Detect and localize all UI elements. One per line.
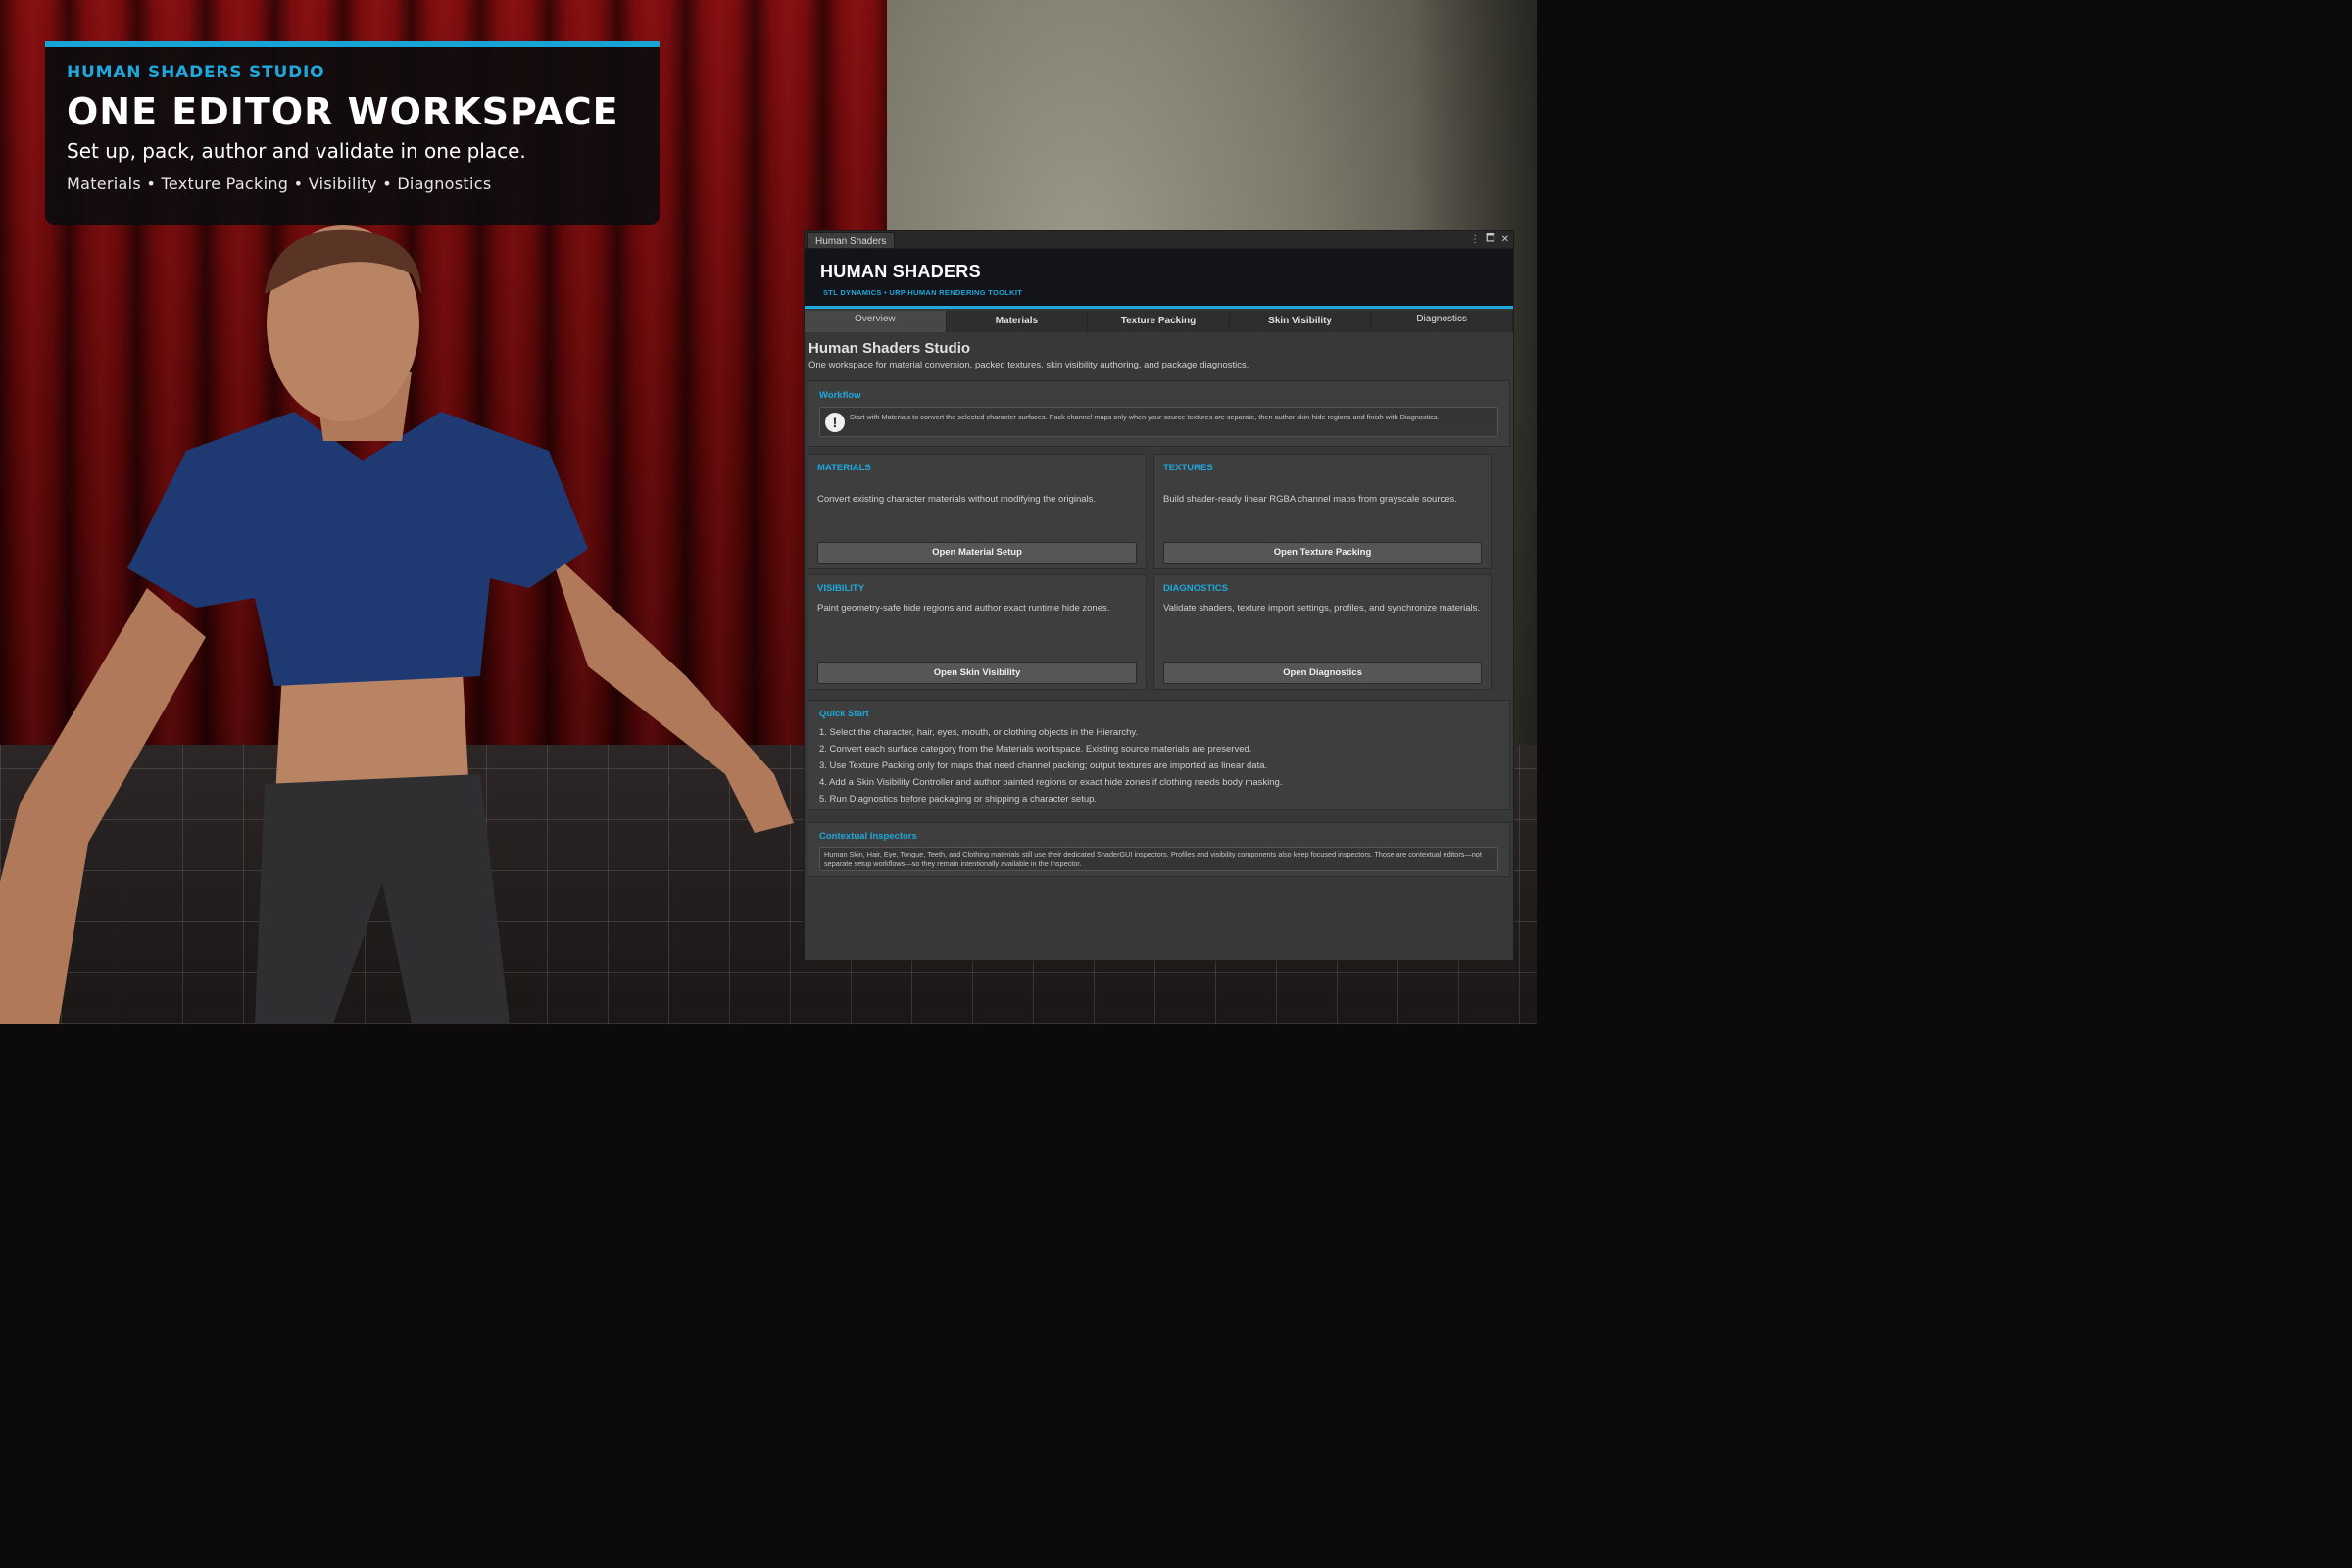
card-text: Build shader-ready linear RGBA channel m… xyxy=(1163,494,1457,505)
workflow-text: Start with Materials to convert the sele… xyxy=(850,413,1440,421)
maximize-icon[interactable]: 🗖 xyxy=(1486,231,1495,248)
hero-title: ONE EDITOR WORKSPACE xyxy=(67,90,619,133)
tab-materials[interactable]: Materials xyxy=(946,311,1089,332)
quick-start-section: Quick Start 1. Select the character, hai… xyxy=(808,700,1510,810)
card-heading: VISIBILITY xyxy=(817,583,865,594)
contextual-inspectors-section: Contextual Inspectors Human Skin, Hair, … xyxy=(808,822,1510,877)
card-heading: MATERIALS xyxy=(817,463,871,473)
card-text: Paint geometry-safe hide regions and aut… xyxy=(817,603,1110,613)
card-visibility: VISIBILITY Paint geometry-safe hide regi… xyxy=(808,574,1147,690)
card-heading: DIAGNOSTICS xyxy=(1163,583,1228,594)
kebab-menu-icon[interactable]: ⋮ xyxy=(1470,234,1480,245)
hero-subtitle: Set up, pack, author and validate in one… xyxy=(67,139,526,163)
workflow-helpbox: ! Start with Materials to convert the se… xyxy=(819,407,1498,437)
list-item: 1. Select the character, hair, eyes, mou… xyxy=(819,727,1139,738)
feature-cards: MATERIALS Convert existing character mat… xyxy=(808,454,1510,690)
card-materials: MATERIALS Convert existing character mat… xyxy=(808,454,1147,569)
workspace-tabs: Overview Materials Texture Packing Skin … xyxy=(805,311,1513,332)
workflow-section: Workflow ! Start with Materials to conve… xyxy=(808,380,1510,447)
list-item: 2. Convert each surface category from th… xyxy=(819,744,1252,755)
open-material-setup-button[interactable]: Open Material Setup xyxy=(817,542,1137,564)
tab-overview[interactable]: Overview xyxy=(805,311,947,332)
open-texture-packing-button[interactable]: Open Texture Packing xyxy=(1163,542,1482,564)
studio-description: One workspace for material conversion, p… xyxy=(808,360,1250,370)
quick-start-heading: Quick Start xyxy=(819,709,869,719)
open-diagnostics-button[interactable]: Open Diagnostics xyxy=(1163,662,1482,684)
hero-card: HUMAN SHADERS STUDIO ONE EDITOR WORKSPAC… xyxy=(45,41,660,225)
tab-texture-packing[interactable]: Texture Packing xyxy=(1088,311,1230,332)
info-icon: ! xyxy=(825,413,845,432)
hero-tags: Materials • Texture Packing • Visibility… xyxy=(67,174,492,193)
contextual-text: Human Skin, Hair, Eye, Tongue, Teeth, an… xyxy=(819,847,1498,871)
list-item: 5. Run Diagnostics before packaging or s… xyxy=(819,794,1098,805)
studio-title: Human Shaders Studio xyxy=(808,340,971,357)
window-tab[interactable]: Human Shaders xyxy=(807,232,896,248)
window-controls: ⋮ 🗖 ✕ xyxy=(1470,231,1509,248)
card-text: Validate shaders, texture import setting… xyxy=(1163,603,1480,613)
quick-start-list: 1. Select the character, hair, eyes, mou… xyxy=(819,724,1498,808)
list-item: 4. Add a Skin Visibility Controller and … xyxy=(819,777,1283,788)
card-heading: TEXTURES xyxy=(1163,463,1213,473)
human-shaders-window: Human Shaders ⋮ 🗖 ✕ HUMAN SHADERS STL DY… xyxy=(804,230,1514,961)
banner-subtitle: STL DYNAMICS • URP HUMAN RENDERING TOOLK… xyxy=(823,288,1023,297)
banner-title: HUMAN SHADERS xyxy=(820,262,981,281)
window-tab-bar: Human Shaders ⋮ 🗖 ✕ xyxy=(805,231,1513,249)
contextual-heading: Contextual Inspectors xyxy=(819,831,917,842)
header-banner: HUMAN SHADERS STL DYNAMICS • URP HUMAN R… xyxy=(805,249,1513,309)
tab-diagnostics[interactable]: Diagnostics xyxy=(1371,311,1513,332)
card-text: Convert existing character materials wit… xyxy=(817,494,1097,505)
card-diagnostics: DIAGNOSTICS Validate shaders, texture im… xyxy=(1153,574,1492,690)
card-textures: TEXTURES Build shader-ready linear RGBA … xyxy=(1153,454,1492,569)
open-skin-visibility-button[interactable]: Open Skin Visibility xyxy=(817,662,1137,684)
workflow-heading: Workflow xyxy=(819,390,861,401)
close-icon[interactable]: ✕ xyxy=(1501,234,1509,245)
list-item: 3. Use Texture Packing only for maps tha… xyxy=(819,760,1268,771)
tab-skin-visibility[interactable]: Skin Visibility xyxy=(1229,311,1372,332)
overview-content: Human Shaders Studio One workspace for m… xyxy=(805,332,1513,877)
hero-eyebrow: HUMAN SHADERS STUDIO xyxy=(67,63,325,82)
